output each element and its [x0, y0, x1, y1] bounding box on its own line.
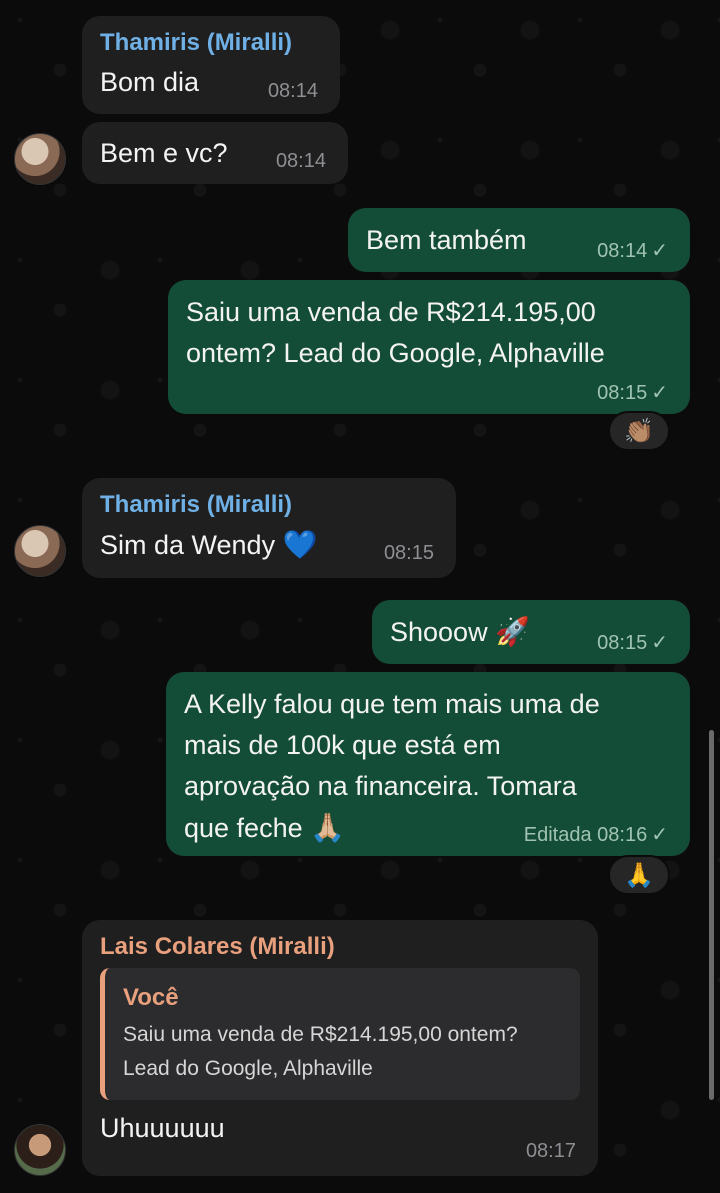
quoted-text-line: Saiu uma venda de R$214.195,00 ontem?: [123, 1023, 518, 1046]
message-time: Editada 08:16 ✓: [524, 822, 668, 847]
message-time: 08:15 ✓: [597, 630, 668, 655]
blue-heart-emoji: 💙: [282, 529, 318, 560]
message-time-value: 08:15: [597, 382, 648, 404]
message-time: 08:14: [275, 150, 326, 172]
message-outgoing[interactable]: A Kelly falou que tem mais uma de mais d…: [166, 672, 690, 856]
sender-name[interactable]: Lais Colares (Miralli): [100, 932, 580, 962]
avatar-thamiris[interactable]: [14, 133, 66, 185]
message-time: 08:15: [383, 542, 434, 564]
message-text: Uhuuuuuu: [100, 1113, 225, 1143]
quoted-message[interactable]: Você Saiu uma venda de R$214.195,00 onte…: [100, 968, 580, 1100]
message-outgoing[interactable]: Saiu uma venda de R$214.195,00 ontem? Le…: [168, 280, 690, 414]
sender-name[interactable]: Thamiris (Miralli): [100, 28, 322, 58]
message-incoming[interactable]: Thamiris (Miralli) Sim da Wendy 💙 08:15: [82, 478, 456, 578]
message-text-line: mais de 100k que está em: [184, 730, 501, 760]
message-incoming[interactable]: Bem e vc? 08:14: [82, 122, 348, 184]
reaction-clap[interactable]: 👏🏽: [608, 411, 670, 451]
sender-name[interactable]: Thamiris (Miralli): [100, 490, 438, 520]
praying-hands-emoji: 🙏🏼: [310, 812, 345, 843]
rocket-emoji: 🚀: [495, 616, 530, 647]
message-incoming[interactable]: Thamiris (Miralli) Bom dia 08:14: [82, 16, 340, 114]
edited-label: Editada: [523, 824, 592, 846]
message-time-value: 08:14: [597, 240, 648, 262]
message-text-value: Sim da Wendy: [100, 530, 276, 560]
message-outgoing[interactable]: Shooow 🚀 08:15 ✓: [372, 600, 690, 664]
message-incoming-reply[interactable]: Lais Colares (Miralli) Você Saiu uma ven…: [82, 920, 598, 1176]
reaction-praying-hands[interactable]: 🙏: [608, 855, 670, 895]
message-time-value: 08:15: [597, 632, 648, 654]
sent-check-icon: ✓: [651, 632, 668, 654]
message-text-line: A Kelly falou que tem mais uma de: [184, 689, 600, 719]
message-text-value: Shooow: [390, 617, 488, 647]
scrollbar[interactable]: [709, 730, 714, 1100]
message-outgoing[interactable]: Bem também 08:14 ✓: [348, 208, 690, 272]
message-text-line: Saiu uma venda de R$214.195,00: [186, 297, 596, 327]
avatar-lais[interactable]: [14, 1124, 66, 1176]
quoted-text-line: Lead do Google, Alphaville: [123, 1057, 373, 1080]
message-time: 08:17: [525, 1140, 576, 1162]
quoted-sender: Você: [123, 984, 179, 1011]
message-time: 08:15 ✓: [597, 380, 668, 405]
message-time: 08:14: [267, 80, 318, 102]
message-text-line: aprovação na financeira. Tomara: [184, 771, 577, 801]
avatar-thamiris[interactable]: [14, 525, 66, 577]
message-text-value: que feche: [184, 813, 303, 843]
sent-check-icon: ✓: [651, 824, 668, 846]
sent-check-icon: ✓: [651, 382, 668, 404]
message-time: 08:14 ✓: [597, 238, 668, 263]
message-text-line: ontem? Lead do Google, Alphaville: [186, 338, 605, 368]
message-time-value: 08:16: [597, 824, 648, 846]
sent-check-icon: ✓: [651, 240, 668, 262]
